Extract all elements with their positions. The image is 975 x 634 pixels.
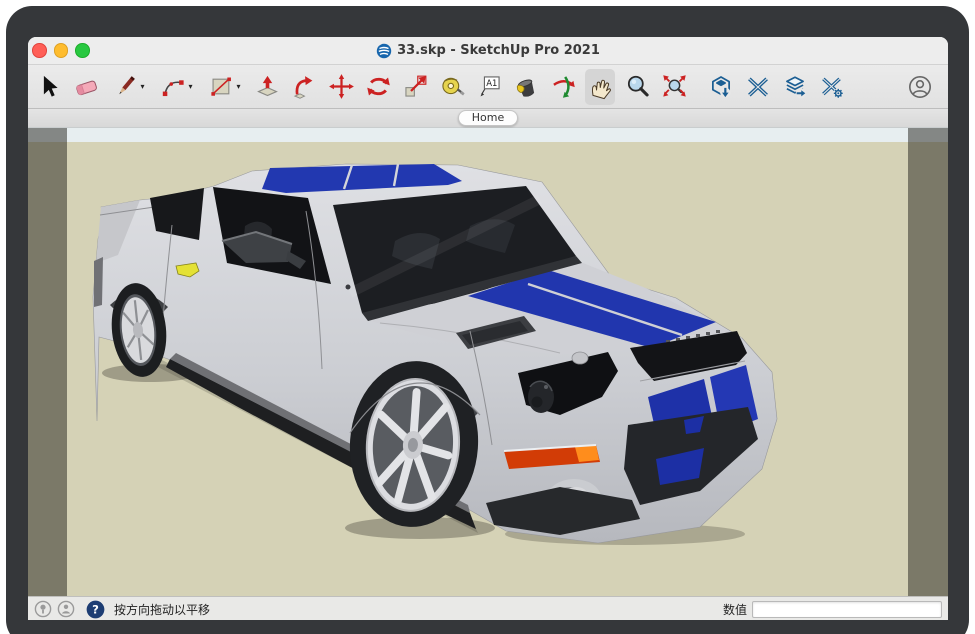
rotate-tool-button[interactable] bbox=[363, 69, 393, 105]
extension-manager-icon bbox=[819, 74, 845, 100]
getting-started-toolbar: ▾ ▾ ▾ A1 bbox=[28, 65, 948, 109]
measurements-input[interactable] bbox=[752, 601, 942, 618]
status-hint-text: 按方向拖动以平移 bbox=[114, 601, 210, 618]
shapes-dropdown-caret[interactable]: ▾ bbox=[236, 82, 240, 91]
shapes-icon bbox=[208, 73, 235, 100]
scale-tool-button[interactable] bbox=[400, 69, 430, 105]
follow-me-tool-button[interactable] bbox=[289, 69, 319, 105]
tape-measure-tool-button[interactable] bbox=[437, 69, 467, 105]
viewport-right-shade bbox=[908, 128, 948, 596]
line-icon bbox=[112, 73, 139, 100]
geolocation-button[interactable] bbox=[34, 600, 52, 618]
extension-warehouse-icon bbox=[745, 74, 771, 100]
paint-bucket-tool-button[interactable] bbox=[511, 69, 541, 105]
shapes-tool-button[interactable]: ▾ bbox=[204, 69, 245, 105]
push-pull-icon bbox=[254, 73, 281, 100]
help-icon: ? bbox=[86, 600, 105, 619]
titlebar: 33.skp - SketchUp Pro 2021 bbox=[28, 37, 948, 65]
scene-tab-strip: Home bbox=[28, 109, 948, 128]
sketchup-window: 33.skp - SketchUp Pro 2021 ▾ ▾ ▾ A1 Home bbox=[28, 37, 948, 620]
zoom-window-button[interactable] bbox=[75, 43, 90, 58]
pan-tool-button[interactable] bbox=[585, 69, 615, 105]
move-icon bbox=[328, 73, 355, 100]
extension-manager-tool-button[interactable] bbox=[817, 69, 847, 105]
viewport-canvas[interactable] bbox=[28, 128, 948, 596]
help-button[interactable]: ? bbox=[86, 600, 105, 619]
text-icon: A1 bbox=[476, 73, 503, 100]
line-dropdown-caret[interactable]: ▾ bbox=[140, 82, 144, 91]
select-icon bbox=[36, 73, 63, 100]
arc-dropdown-caret[interactable]: ▾ bbox=[188, 82, 192, 91]
move-tool-button[interactable] bbox=[326, 69, 356, 105]
zoom-tool-button[interactable] bbox=[622, 69, 652, 105]
arc-icon bbox=[160, 73, 187, 100]
credits-button[interactable] bbox=[57, 600, 75, 618]
minimize-button[interactable] bbox=[54, 43, 69, 58]
desktop-background: 33.skp - SketchUp Pro 2021 ▾ ▾ ▾ A1 Home bbox=[0, 0, 975, 634]
zoom-extents-icon bbox=[661, 73, 688, 100]
3d-warehouse-icon bbox=[708, 74, 734, 100]
viewport-left-shade bbox=[28, 128, 67, 596]
orbit-tool-button[interactable] bbox=[548, 69, 578, 105]
push-pull-tool-button[interactable] bbox=[252, 69, 282, 105]
model-car bbox=[28, 128, 948, 596]
close-button[interactable] bbox=[32, 43, 47, 58]
svg-text:?: ? bbox=[92, 602, 99, 616]
text-tool-button[interactable]: A1 bbox=[474, 69, 504, 105]
follow-me-icon bbox=[291, 73, 318, 100]
3d-warehouse-tool-button[interactable] bbox=[706, 69, 736, 105]
svg-text:A1: A1 bbox=[486, 78, 497, 88]
account-icon bbox=[907, 74, 933, 100]
tape-measure-icon bbox=[439, 73, 466, 100]
scene-tab-home[interactable]: Home bbox=[458, 110, 518, 126]
select-tool-button[interactable] bbox=[34, 69, 64, 105]
eraser-tool-button[interactable] bbox=[71, 69, 101, 105]
sketchup-logo-icon bbox=[376, 43, 392, 59]
zoom-icon bbox=[624, 73, 651, 100]
extension-warehouse-tool-button[interactable] bbox=[743, 69, 773, 105]
zoom-extents-tool-button[interactable] bbox=[659, 69, 689, 105]
scale-icon bbox=[402, 73, 429, 100]
rotate-icon bbox=[365, 73, 392, 100]
arc-tool-button[interactable]: ▾ bbox=[156, 69, 197, 105]
orbit-icon bbox=[550, 73, 577, 100]
account-button[interactable] bbox=[905, 69, 935, 105]
credits-icon bbox=[57, 600, 75, 618]
send-to-layout-tool-button[interactable] bbox=[780, 69, 810, 105]
statusbar: ? 按方向拖动以平移 数值 bbox=[28, 596, 948, 620]
geolocation-icon bbox=[34, 600, 52, 618]
pan-icon bbox=[587, 73, 614, 100]
eraser-icon bbox=[73, 73, 100, 100]
measurements-label: 数值 bbox=[723, 601, 747, 618]
traffic-lights bbox=[28, 43, 90, 58]
window-title: 33.skp - SketchUp Pro 2021 bbox=[28, 43, 948, 59]
line-tool-button[interactable]: ▾ bbox=[108, 69, 149, 105]
send-to-layout-icon bbox=[782, 74, 808, 100]
paint-bucket-icon bbox=[513, 73, 540, 100]
